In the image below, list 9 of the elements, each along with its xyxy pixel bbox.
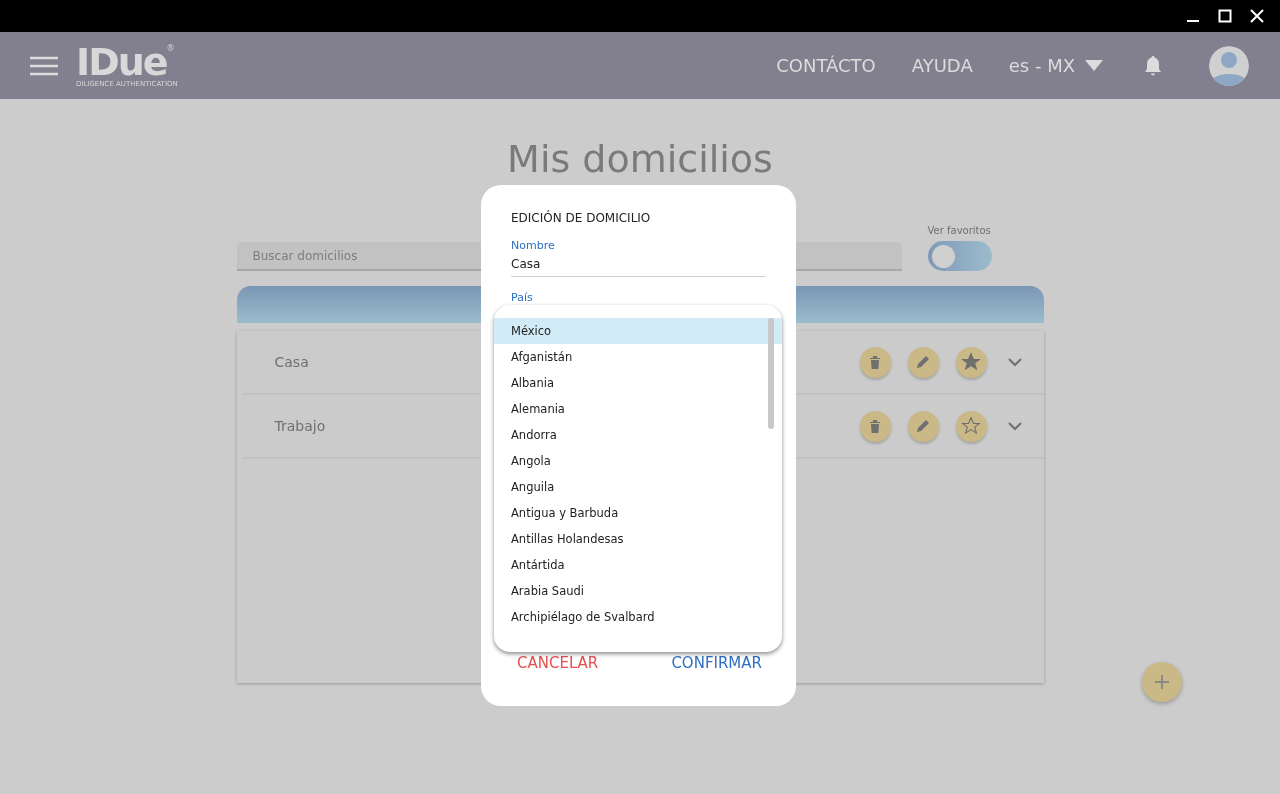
address-name: Casa — [274, 354, 309, 370]
dialog-title: EDICIÓN DE DOMICILIO — [511, 211, 652, 225]
logo: IDue — [76, 43, 167, 80]
page-title: Mis domicilios — [507, 137, 773, 181]
toggle-label: Ver favoritos — [927, 225, 992, 236]
field-label: País — [511, 291, 534, 304]
field-label: Nombre — [511, 239, 556, 252]
address-name: Trabajo — [274, 418, 326, 434]
registered-mark: ® — [166, 43, 175, 53]
